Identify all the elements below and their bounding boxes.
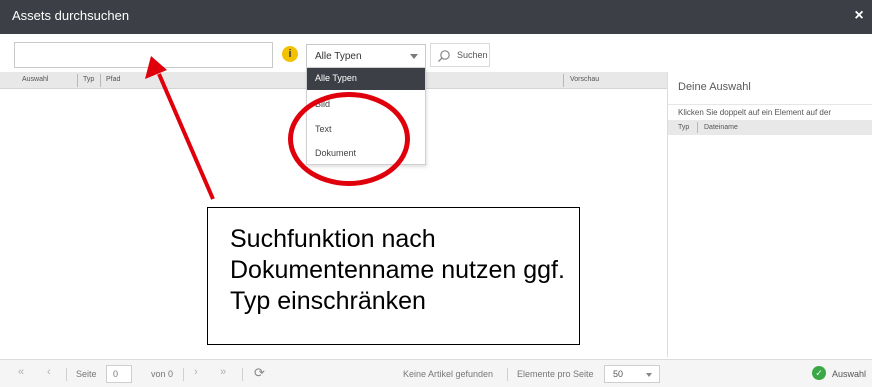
- status-text: Keine Artikel gefunden: [403, 369, 494, 379]
- search-button[interactable]: Suchen: [430, 43, 490, 67]
- selection-panel: Deine Auswahl Klicken Sie doppelt auf ei…: [667, 72, 872, 357]
- annotation-ellipse: [288, 92, 410, 186]
- selection-grid-header: Typ Dateiname: [668, 120, 872, 135]
- selection-hint: Klicken Sie doppelt auf ein Element auf …: [668, 104, 872, 120]
- column-divider: [77, 74, 78, 87]
- info-icon[interactable]: i: [282, 46, 298, 62]
- page-input[interactable]: 0: [106, 365, 132, 383]
- select-button[interactable]: ✓ Auswahl: [808, 364, 868, 384]
- per-page-select[interactable]: 50: [604, 365, 660, 383]
- page-label: Seite: [76, 369, 97, 379]
- pagination-bar: « ‹ Seite 0 von 0 › » ⟳ Keine Artikel ge…: [0, 359, 872, 387]
- chevron-down-icon: [410, 54, 418, 59]
- search-input[interactable]: [14, 42, 273, 68]
- selection-title: Deine Auswahl: [678, 81, 751, 93]
- callout-line: Dokumentenname nutzen ggf.: [230, 256, 565, 284]
- column-header-typ[interactable]: Typ: [83, 76, 94, 83]
- close-icon[interactable]: ×: [852, 7, 866, 25]
- column-header-dateiname[interactable]: Dateiname: [704, 124, 738, 131]
- select-button-label: Auswahl: [832, 369, 867, 379]
- divider: [183, 368, 184, 381]
- dropdown-option-selected[interactable]: Alle Typen: [307, 68, 425, 90]
- last-page-icon[interactable]: »: [220, 366, 226, 378]
- prev-page-icon[interactable]: ‹: [47, 366, 51, 378]
- window-titlebar: Assets durchsuchen ×: [0, 0, 872, 34]
- refresh-icon[interactable]: ⟳: [254, 365, 265, 381]
- column-header-auswahl[interactable]: Auswahl: [22, 76, 48, 83]
- column-divider: [697, 122, 698, 133]
- divider: [66, 368, 67, 381]
- per-page-value: 50: [613, 369, 624, 379]
- column-divider: [100, 74, 101, 87]
- page-count: von 0: [151, 369, 174, 379]
- type-select-value: Alle Typen: [315, 51, 362, 62]
- callout-line: Typ einschränken: [230, 287, 426, 315]
- column-divider: [563, 74, 564, 87]
- next-page-icon[interactable]: ›: [194, 366, 198, 378]
- window-title: Assets durchsuchen: [12, 8, 130, 23]
- chevron-down-icon: [646, 373, 652, 377]
- first-page-icon[interactable]: «: [18, 366, 24, 378]
- search-icon: [438, 50, 450, 62]
- column-header-typ[interactable]: Typ: [678, 124, 689, 131]
- callout-line: Suchfunktion nach: [230, 225, 436, 253]
- divider: [242, 368, 243, 381]
- check-icon: ✓: [812, 366, 826, 380]
- column-header-vorschau[interactable]: Vorschau: [570, 76, 599, 83]
- divider: [507, 368, 508, 381]
- annotation-callout: Suchfunktion nach Dokumentenname nutzen …: [207, 207, 580, 345]
- column-header-pfad[interactable]: Pfad: [106, 76, 120, 83]
- per-page-label: Elemente pro Seite: [517, 369, 594, 379]
- type-select[interactable]: Alle Typen: [306, 44, 426, 68]
- search-button-label: Suchen: [457, 50, 488, 60]
